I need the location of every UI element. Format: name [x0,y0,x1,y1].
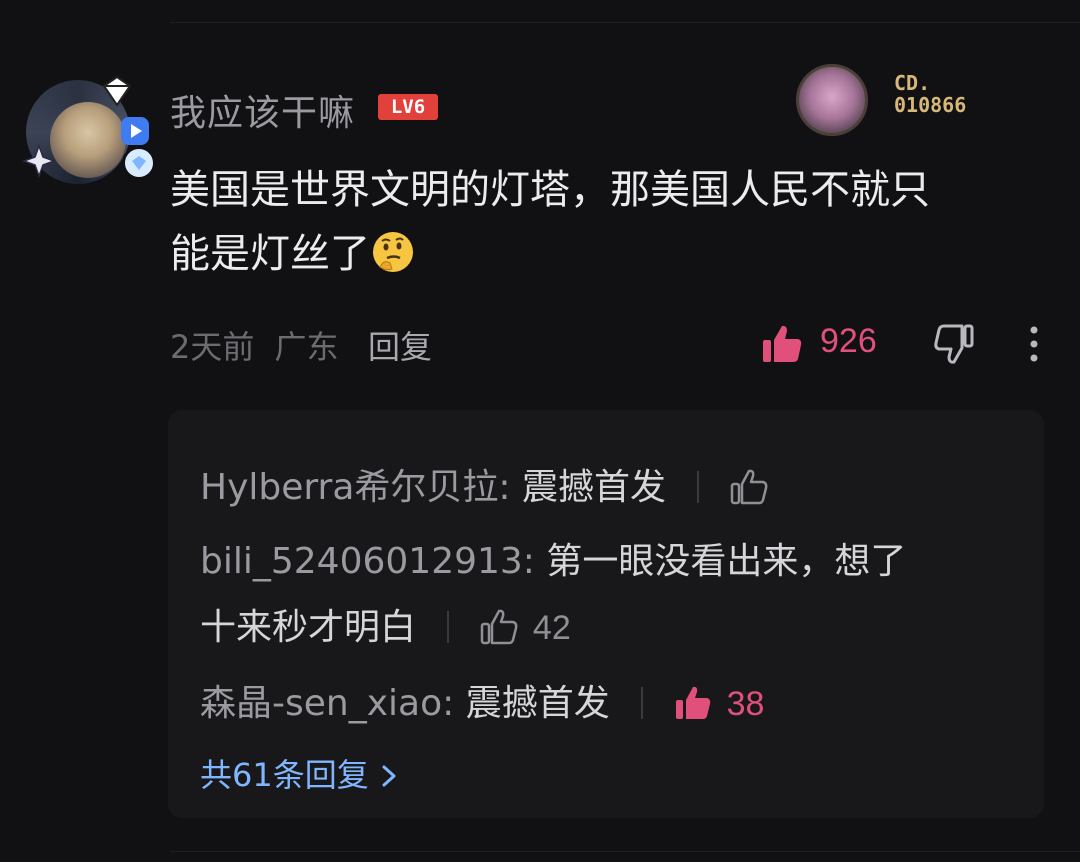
reply-content: 震撼首发 [522,467,667,508]
view-all-replies-link[interactable]: 共61条回复 [200,750,401,796]
more-options-icon[interactable] [1024,324,1044,364]
play-badge-icon [121,117,149,145]
reply-like-count: 42 [532,609,571,647]
reply-separator [447,611,450,643]
thinking-face-emoji-icon [373,232,413,272]
reply-separator [641,687,644,719]
reply-username[interactable]: Hylberra希尔贝拉: [200,467,511,508]
bottom-divider [170,851,1080,852]
fan-card-code-prefix: CD. [894,71,931,95]
diamond-icon [102,75,132,107]
reply-item[interactable]: 森晶-sen_xiao: 震撼首发 38 [200,674,764,726]
thumbs-down-icon[interactable] [932,322,976,366]
thumbs-up-icon[interactable] [479,607,519,647]
thumbs-up-icon[interactable] [673,683,713,723]
reply-item[interactable]: Hylberra希尔贝拉: 震撼首发 [200,458,769,510]
comment-text: 美国是世界文明的灯塔，那美国人民不就只 能是灯丝了 [170,158,1050,286]
star-icon [22,144,56,178]
reply-separator [697,471,700,503]
fan-card-code-number: 010866 [894,93,967,117]
reply-content: 震撼首发 [465,683,610,724]
reply-item[interactable]: bili_52406012913: 第一眼没看出来，想了 [200,532,906,584]
fan-card-code: CD. 010866 [894,72,966,116]
comment-meta: 2天前 广东 [170,322,339,368]
vip-diamond-icon [122,146,156,180]
reply-like-count: 38 [726,685,765,723]
reply-content-line2: 十来秒才明白 [200,607,417,648]
comment-time: 2天前 [170,328,255,366]
view-all-replies-label: 共61条回复 [200,756,369,794]
reply-content-line1: 第一眼没看出来，想了 [546,541,907,582]
comment-text-line1: 美国是世界文明的灯塔，那美国人民不就只 [170,167,930,213]
reply-username[interactable]: 森晶-sen_xiao: [200,683,454,724]
reply-username[interactable]: bili_52406012913: [200,541,535,582]
avatar[interactable] [22,74,162,189]
reply-item-continued: 十来秒才明白 42 [200,598,571,650]
reply-button[interactable]: 回复 [368,322,432,368]
chevron-right-icon [382,765,396,787]
comment-location: 广东 [274,328,339,366]
avatar-image [50,102,126,178]
top-divider [170,22,1080,23]
like-count: 926 [820,322,877,360]
thumbs-up-icon[interactable] [760,322,804,366]
username[interactable]: 我应该干嘛 [170,84,355,136]
fan-card-icon[interactable] [796,64,868,136]
thumbs-up-icon[interactable] [729,467,769,507]
comment-text-line2: 能是灯丝了 [170,231,370,277]
level-badge: LV6 [378,94,438,120]
